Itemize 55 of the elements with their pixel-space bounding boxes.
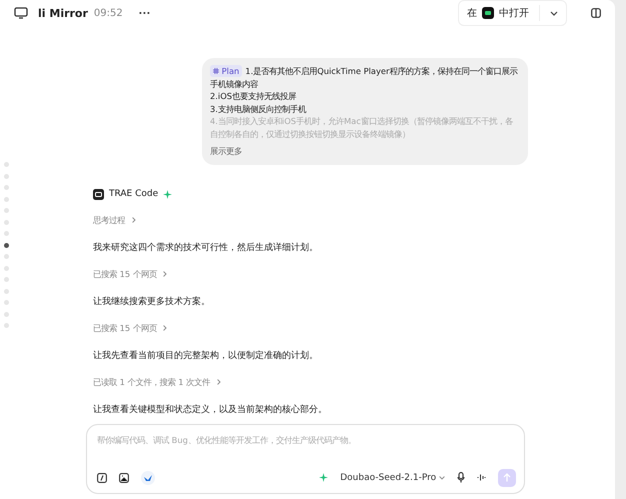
nav-dot[interactable]: [4, 162, 9, 167]
step-link[interactable]: 已读取 1 个文件，搜索 1 次文件: [93, 376, 615, 388]
nav-dot[interactable]: [4, 254, 9, 259]
plan-badge: Plan: [210, 65, 242, 77]
message-line: 2.iOS也要支持无线投屏: [210, 90, 298, 102]
hash-icon: [213, 68, 219, 74]
step-link[interactable]: 已搜索 15 个网页: [93, 322, 615, 334]
show-more-link[interactable]: 展示更多: [210, 145, 520, 158]
chevron-right-icon: [216, 378, 221, 384]
chevron-right-icon: [132, 216, 136, 222]
chevron-right-icon: [163, 270, 168, 276]
terminal-app-icon: [482, 7, 494, 19]
bird-logo-icon[interactable]: [141, 470, 155, 484]
nav-dot[interactable]: [4, 300, 9, 305]
agent-message: 我来研究这四个需求的技术可行性，然后生成详细计划。: [93, 242, 319, 254]
image-icon[interactable]: [119, 472, 129, 482]
more-button[interactable]: ···: [132, 6, 157, 20]
slash-command-icon[interactable]: [97, 472, 107, 482]
nav-dot[interactable]: [4, 231, 9, 236]
nav-dot[interactable]: [4, 266, 9, 270]
message-line: 4.当同时接入安卓和iOS手机时，允许Mac窗口选择切换（暂停镜像两端互不干扰，各自控制各自的，仅通过切换按钮切换显示设备终端镜像）: [210, 115, 514, 140]
open-in-button[interactable]: 在 中打开: [458, 0, 567, 26]
message-line: 3.支持电脑侧反向控制手机: [210, 102, 308, 115]
agent-logo-icon: [93, 188, 104, 200]
nav-dot[interactable]: [4, 312, 9, 316]
nav-dot[interactable]: [4, 220, 9, 224]
window-title: li Mirror: [38, 6, 88, 20]
chevron-down-icon: [550, 10, 558, 16]
agent-message: 让我查看关键模型和状态定义，以及当前架构的核心部分。: [93, 404, 328, 416]
agent-name: TRAE Code: [109, 189, 158, 199]
nav-dot[interactable]: [4, 288, 9, 294]
nav-dot[interactable]: [4, 174, 9, 178]
nav-dot[interactable]: [4, 277, 9, 282]
sparkle-icon: [319, 473, 328, 482]
panel-toggle-icon[interactable]: [591, 8, 601, 18]
agent-message: 让我继续搜索更多技术方案。: [93, 295, 211, 308]
monitor-icon: [14, 7, 28, 19]
agent-message: 让我先查看当前项目的完整架构，以便制定准确的计划。: [93, 350, 319, 362]
message-line: Plan 1.是否有其他不启用QuickTime Player程序的方案，保持在同一个窗口展示手机镜像内容: [210, 65, 519, 90]
step-link[interactable]: 已搜索 15 个网页: [93, 268, 615, 280]
chevron-down-icon: [439, 476, 445, 480]
nav-dot[interactable]: [4, 185, 9, 190]
nav-dot[interactable]: [4, 196, 9, 202]
microphone-icon[interactable]: [457, 472, 465, 483]
model-selector[interactable]: Doubao-Seed-2.1-Pro: [340, 472, 445, 482]
nav-dot[interactable]: [4, 323, 9, 328]
nav-dot[interactable]: [4, 242, 9, 248]
voice-wave-icon[interactable]: [477, 473, 486, 482]
step-link[interactable]: 思考过程: [93, 214, 615, 226]
time-label: 09:52: [94, 8, 123, 18]
sparkle-icon: [163, 190, 172, 198]
arrow-up-icon: [503, 473, 511, 482]
nav-dot[interactable]: [4, 208, 9, 213]
chevron-right-icon: [163, 324, 168, 330]
send-button[interactable]: [498, 468, 516, 486]
